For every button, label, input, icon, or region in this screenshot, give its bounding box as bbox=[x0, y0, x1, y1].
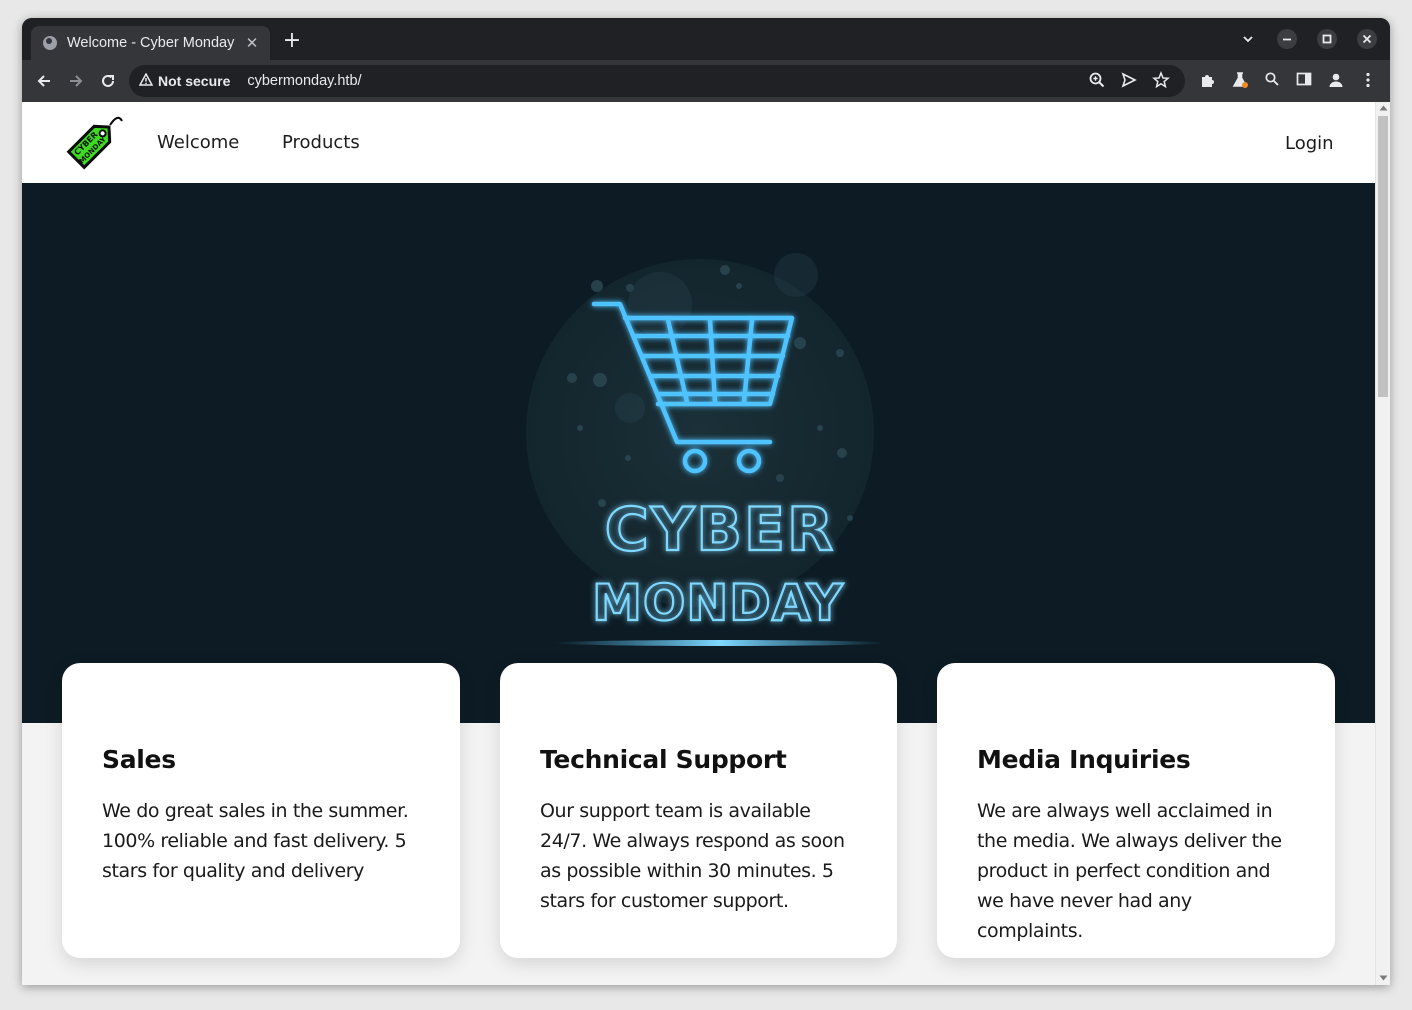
scroll-down-icon[interactable] bbox=[1379, 974, 1388, 983]
labs-icon[interactable] bbox=[1230, 71, 1250, 91]
hero-line-cyber: CYBER bbox=[605, 495, 835, 565]
browser-tab[interactable]: Welcome - Cyber Monday ✕ bbox=[31, 26, 270, 60]
cyber-monday-cart-graphic: CYBER MONDAY bbox=[526, 253, 880, 646]
forward-icon[interactable] bbox=[66, 71, 86, 91]
nav-welcome-link[interactable]: Welcome bbox=[157, 132, 239, 153]
address-bar[interactable]: Not secure cybermonday.htb/ bbox=[129, 65, 1185, 97]
card-body: We are always well acclaimed in the medi… bbox=[977, 800, 1282, 942]
globe-icon bbox=[43, 36, 57, 50]
tab-title: Welcome - Cyber Monday bbox=[67, 35, 235, 51]
hero-banner: CYBER MONDAY bbox=[22, 183, 1375, 723]
nav-login-link[interactable]: Login bbox=[1285, 133, 1334, 154]
card-media-inquiries: Media Inquiries We are always well accla… bbox=[937, 663, 1335, 958]
maximize-icon[interactable] bbox=[1317, 29, 1337, 49]
vertical-scrollbar[interactable] bbox=[1375, 102, 1390, 985]
url-text[interactable]: cybermonday.htb/ bbox=[247, 73, 361, 89]
extensions-icon[interactable] bbox=[1198, 71, 1218, 91]
send-icon[interactable] bbox=[1119, 71, 1139, 91]
star-icon[interactable] bbox=[1151, 70, 1171, 91]
card-sales: Sales We do great sales in the summer. 1… bbox=[62, 663, 460, 958]
minimize-icon[interactable] bbox=[1277, 29, 1297, 49]
zoom-icon[interactable] bbox=[1087, 71, 1107, 91]
nav-products-link[interactable]: Products bbox=[282, 132, 360, 153]
security-indicator[interactable]: Not secure bbox=[138, 72, 231, 89]
close-tab-icon[interactable]: ✕ bbox=[244, 34, 260, 52]
browser-window: Welcome - Cyber Monday ✕ + Not secure cy… bbox=[22, 18, 1390, 985]
card-title: Sales bbox=[102, 745, 176, 774]
side-panel-icon[interactable] bbox=[1294, 71, 1314, 91]
close-window-icon[interactable] bbox=[1357, 29, 1377, 49]
scrollbar-thumb[interactable] bbox=[1378, 116, 1388, 397]
site-navbar: CYBER MONDAY Welcome Products Login bbox=[22, 102, 1375, 183]
warning-icon bbox=[138, 72, 154, 89]
card-body: Our support team is available 24/7. We a… bbox=[540, 800, 845, 912]
card-title: Media Inquiries bbox=[977, 745, 1191, 774]
reload-icon[interactable] bbox=[98, 71, 118, 91]
new-tab-button[interactable]: + bbox=[282, 29, 302, 53]
tab-search-icon[interactable] bbox=[1240, 32, 1256, 48]
security-label: Not secure bbox=[158, 73, 231, 89]
tab-strip: Welcome - Cyber Monday ✕ + bbox=[22, 18, 1390, 60]
browser-toolbar: Not secure cybermonday.htb/ bbox=[22, 60, 1390, 102]
hero-line-monday: MONDAY bbox=[592, 574, 844, 632]
page-viewport: CYBER MONDAY Welcome Products Login CYBE… bbox=[22, 102, 1390, 985]
scroll-up-icon[interactable] bbox=[1379, 104, 1388, 113]
feature-cards: Sales We do great sales in the summer. 1… bbox=[22, 663, 1375, 963]
card-technical-support: Technical Support Our support team is av… bbox=[500, 663, 897, 958]
search-icon[interactable] bbox=[1262, 71, 1282, 91]
menu-icon[interactable] bbox=[1358, 71, 1378, 91]
card-title: Technical Support bbox=[540, 745, 787, 774]
profile-icon[interactable] bbox=[1326, 71, 1346, 91]
back-icon[interactable] bbox=[34, 71, 54, 91]
card-body: We do great sales in the summer. 100% re… bbox=[102, 800, 409, 882]
cyber-monday-logo[interactable]: CYBER MONDAY bbox=[60, 111, 124, 173]
